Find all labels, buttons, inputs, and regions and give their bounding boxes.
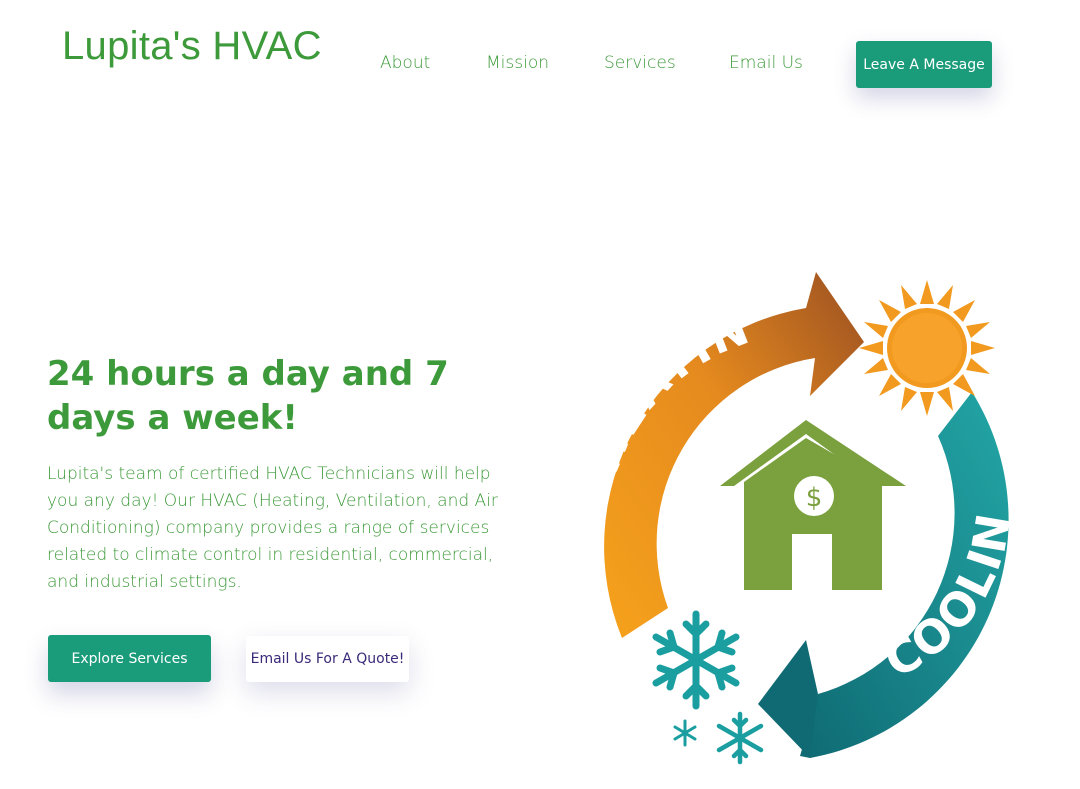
hero-description: Lupita's team of certified HVAC Technici… [47,464,498,592]
snowflake-icon [652,610,764,765]
hvac-cycle-illustration: HEATING COOLING [540,207,1060,780]
nav-email-us[interactable]: Email Us [729,53,803,73]
nav-about[interactable]: About [380,53,430,73]
nav-mission[interactable]: Mission [486,53,549,73]
nav-services[interactable]: Services [604,53,676,73]
hvac-cycle-graphic: HEATING COOLING [540,207,1019,765]
house-icon: $ [720,420,906,590]
hero-title: 24 hours a day and 7 days a week! [47,354,449,438]
sun-icon [859,280,995,416]
cooling-arrow-head [758,640,818,758]
explore-services-button[interactable]: Explore Services [48,635,211,682]
email-quote-button[interactable]: Email Us For A Quote! [246,636,409,682]
dollar-icon: $ [806,483,823,513]
leave-message-button[interactable]: Leave A Message [856,41,992,88]
